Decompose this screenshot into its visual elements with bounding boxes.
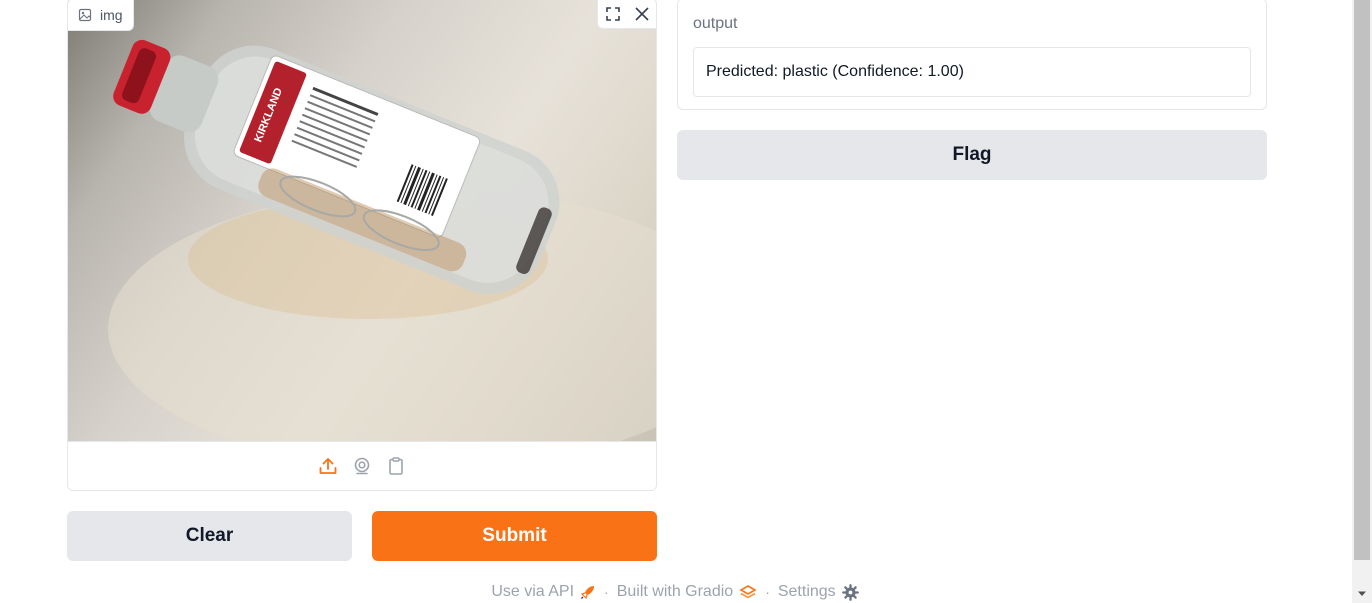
- image-input-label: img: [68, 0, 134, 31]
- footer-separator: ·: [604, 584, 609, 600]
- output-textbox[interactable]: Predicted: plastic (Confidence: 1.00): [693, 47, 1251, 97]
- bottle-photo: KIRKLAND: [108, 39, 656, 441]
- output-label: output: [693, 15, 738, 32]
- webcam-icon: [354, 457, 370, 475]
- gradio-logo-icon: [739, 585, 757, 599]
- clipboard-icon: [389, 457, 403, 475]
- built-with-gradio-link[interactable]: Built with Gradio: [617, 583, 758, 601]
- output-value: Predicted: plastic (Confidence: 1.00): [706, 63, 964, 80]
- image-actions: [597, 0, 656, 29]
- upload-icon: [319, 458, 337, 474]
- rocket-icon: [580, 586, 595, 600]
- use-via-api-text: Use via API: [491, 583, 575, 600]
- chevron-down-icon: [1358, 591, 1366, 596]
- image-icon: [78, 8, 92, 22]
- footer: Use via API · Built with Gradio · Settin…: [0, 583, 1350, 601]
- fullscreen-button[interactable]: [598, 0, 627, 28]
- image-input-label-text: img: [100, 6, 123, 23]
- gear-icon: [841, 583, 859, 601]
- built-with-gradio-text: Built with Gradio: [616, 583, 734, 600]
- clear-image-button[interactable]: [627, 0, 656, 28]
- close-icon: [634, 6, 649, 21]
- submit-button[interactable]: Submit: [372, 511, 657, 561]
- fullscreen-icon: [605, 6, 620, 21]
- flag-button[interactable]: Flag: [677, 130, 1267, 180]
- clipboard-source-button[interactable]: [385, 455, 407, 477]
- footer-separator: ·: [765, 584, 770, 600]
- upload-source-button[interactable]: [317, 455, 339, 477]
- scroll-down-arrow[interactable]: [1352, 587, 1372, 601]
- webcam-source-button[interactable]: [351, 455, 373, 477]
- image-source-bar: [68, 441, 656, 490]
- image-input-panel: KIRKLAND img: [67, 0, 657, 491]
- settings-link[interactable]: Settings: [778, 583, 859, 601]
- scrollbar-thumb[interactable]: [1354, 0, 1370, 560]
- page-scrollbar[interactable]: [1352, 0, 1372, 603]
- use-via-api-link[interactable]: Use via API: [491, 583, 596, 601]
- uploaded-image: KIRKLAND: [68, 0, 656, 441]
- settings-text: Settings: [777, 583, 836, 600]
- clear-button[interactable]: Clear: [67, 511, 352, 561]
- output-panel: output Predicted: plastic (Confidence: 1…: [677, 0, 1267, 110]
